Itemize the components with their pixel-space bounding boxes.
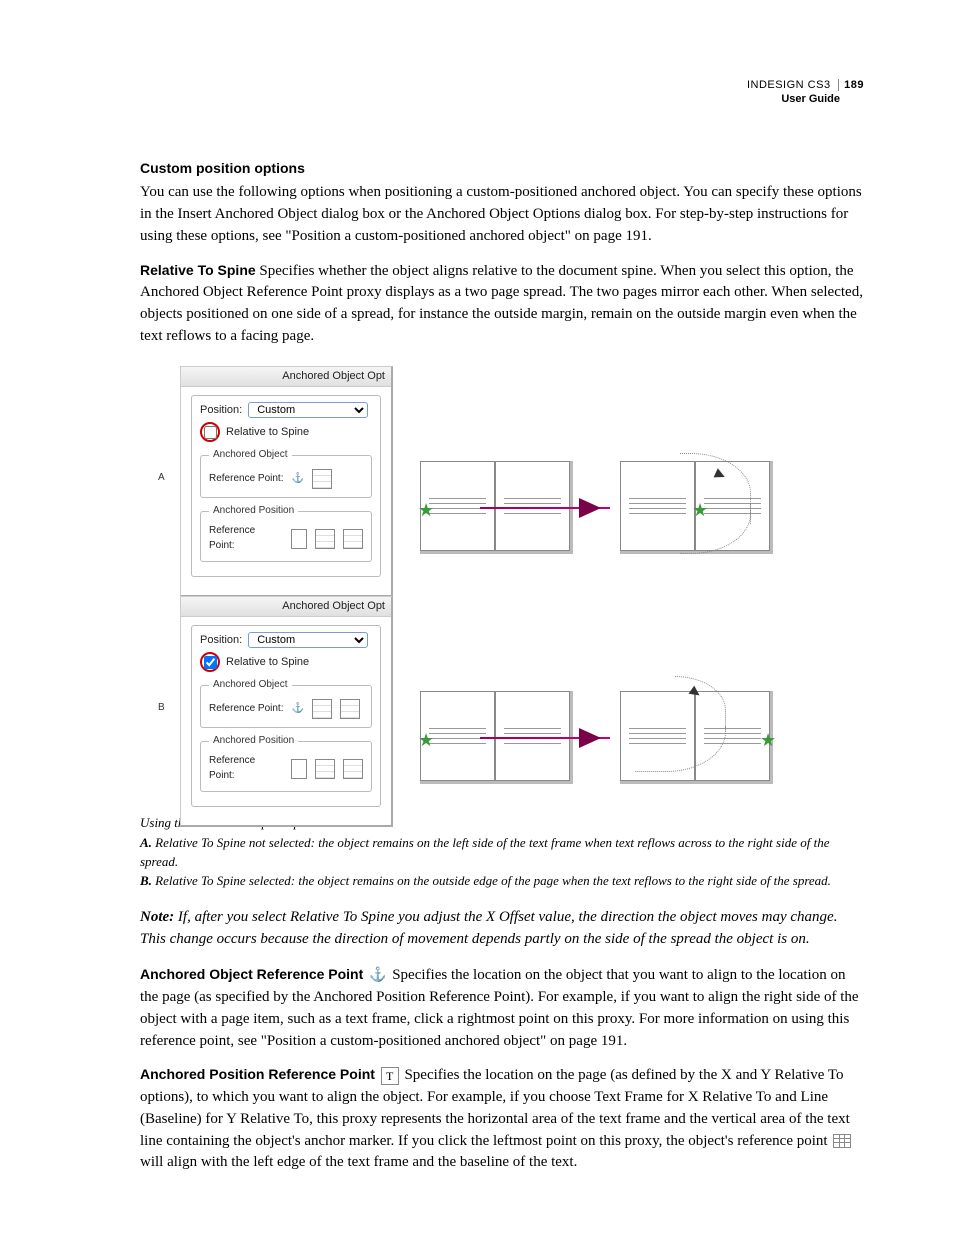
star-icon: ★ bbox=[418, 727, 434, 753]
row-b-label: B bbox=[158, 701, 165, 716]
relative-to-spine-chk-label: Relative to Spine bbox=[226, 425, 309, 441]
star-icon: ★ bbox=[418, 497, 434, 523]
refpt-label-2: Reference Point: bbox=[209, 754, 283, 783]
relative-to-spine-checkbox-b[interactable] bbox=[204, 656, 217, 669]
refpt-label: Reference Point: bbox=[209, 702, 284, 717]
aprp-text-2: will align with the left edge of the tex… bbox=[140, 1154, 577, 1170]
anchored-object-legend: Anchored Object bbox=[209, 448, 292, 463]
dialog-a: Anchored Object Opt Position: Custom Rel… bbox=[180, 366, 393, 598]
refpt-label: Reference Point: bbox=[209, 472, 284, 487]
anchored-position-group-a: Anchored Position Reference Point: bbox=[200, 504, 372, 563]
intro-paragraph: You can use the following options when p… bbox=[140, 182, 864, 247]
note-text: If, after you select Relative To Spine y… bbox=[140, 909, 837, 947]
relative-to-spine-paragraph: Relative To Spine Specifies whether the … bbox=[140, 260, 864, 348]
figure-caption-b: B. Relative To Spine selected: the objec… bbox=[140, 872, 864, 891]
proxy-icon[interactable] bbox=[312, 469, 332, 489]
dialog-b: Anchored Object Opt Position: Custom Rel… bbox=[180, 596, 393, 828]
proxy-icon[interactable] bbox=[343, 759, 363, 779]
proxy-icon[interactable] bbox=[312, 699, 332, 719]
position-label: Position: bbox=[200, 403, 242, 419]
note-label: Note: bbox=[140, 909, 174, 925]
proxy-icon[interactable] bbox=[343, 529, 363, 549]
position-select[interactable]: Custom bbox=[248, 632, 368, 648]
flow-arrow bbox=[480, 737, 610, 739]
page-icon[interactable] bbox=[291, 529, 307, 549]
anchored-object-group-a: Anchored Object Reference Point: ⚓ bbox=[200, 448, 372, 498]
proxy-icon[interactable] bbox=[340, 699, 360, 719]
caption-a-text: Relative To Spine not selected: the obje… bbox=[140, 835, 829, 869]
relative-to-spine-checkbox-a[interactable] bbox=[204, 426, 217, 439]
dialog-b-title: Anchored Object Opt bbox=[181, 597, 391, 618]
relative-to-spine-label: Relative To Spine bbox=[140, 262, 256, 278]
row-a-label: A bbox=[158, 471, 165, 486]
caption-b-text: Relative To Spine selected: the object r… bbox=[152, 873, 831, 888]
relative-to-spine-chk-label: Relative to Spine bbox=[226, 655, 309, 671]
dialog-b-position-group: Position: Custom Relative to Spine Ancho… bbox=[191, 625, 381, 807]
aprp-label: Anchored Position Reference Point bbox=[140, 1066, 375, 1082]
spread-diagram-b: ★ ★ bbox=[420, 691, 770, 801]
highlight-circle-b bbox=[200, 652, 220, 672]
doc-subtitle: User Guide bbox=[747, 92, 864, 106]
position-select[interactable]: Custom bbox=[248, 402, 368, 418]
spread-diagram-a: ★ ★ bbox=[420, 461, 770, 571]
highlight-circle-a bbox=[200, 422, 220, 442]
page-number: 189 bbox=[838, 79, 864, 91]
figure: A Anchored Object Opt Position: Custom R… bbox=[140, 366, 864, 806]
page-header: INDESIGN CS3 189 User Guide bbox=[747, 78, 864, 107]
figure-caption-a: A. Relative To Spine not selected: the o… bbox=[140, 834, 864, 872]
note-paragraph: Note: If, after you select Relative To S… bbox=[140, 907, 864, 951]
anchored-position-legend: Anchored Position bbox=[209, 734, 298, 749]
anchor-icon: ⚓ bbox=[292, 703, 304, 715]
anchor-icon: ⚓ bbox=[369, 966, 386, 986]
caption-a-label: A. bbox=[140, 835, 152, 850]
refpt-label-2: Reference Point: bbox=[209, 524, 283, 553]
aprp-paragraph: Anchored Position Reference Point T Spec… bbox=[140, 1064, 864, 1174]
proxy-icon[interactable] bbox=[315, 759, 335, 779]
anchored-position-group-b: Anchored Position Reference Point: bbox=[200, 734, 372, 793]
text-frame-icon: T bbox=[381, 1067, 399, 1085]
aorp-paragraph: Anchored Object Reference Point ⚓ Specif… bbox=[140, 964, 864, 1052]
product-name: INDESIGN CS3 bbox=[747, 79, 831, 91]
dialog-a-position-group: Position: Custom Relative to Spine Ancho… bbox=[191, 395, 381, 577]
proxy-icon[interactable] bbox=[315, 529, 335, 549]
caption-b-label: B. bbox=[140, 873, 152, 888]
page-icon[interactable] bbox=[291, 759, 307, 779]
aorp-label: Anchored Object Reference Point bbox=[140, 966, 363, 982]
anchored-object-group-b: Anchored Object Reference Point: ⚓ bbox=[200, 678, 372, 728]
anchor-icon: ⚓ bbox=[292, 473, 304, 485]
anchored-object-legend: Anchored Object bbox=[209, 678, 292, 693]
proxy-icon bbox=[833, 1134, 851, 1148]
position-label: Position: bbox=[200, 633, 242, 649]
anchored-position-legend: Anchored Position bbox=[209, 504, 298, 519]
flow-arrow bbox=[480, 507, 610, 509]
star-icon: ★ bbox=[760, 727, 776, 753]
dialog-a-title: Anchored Object Opt bbox=[181, 367, 391, 388]
